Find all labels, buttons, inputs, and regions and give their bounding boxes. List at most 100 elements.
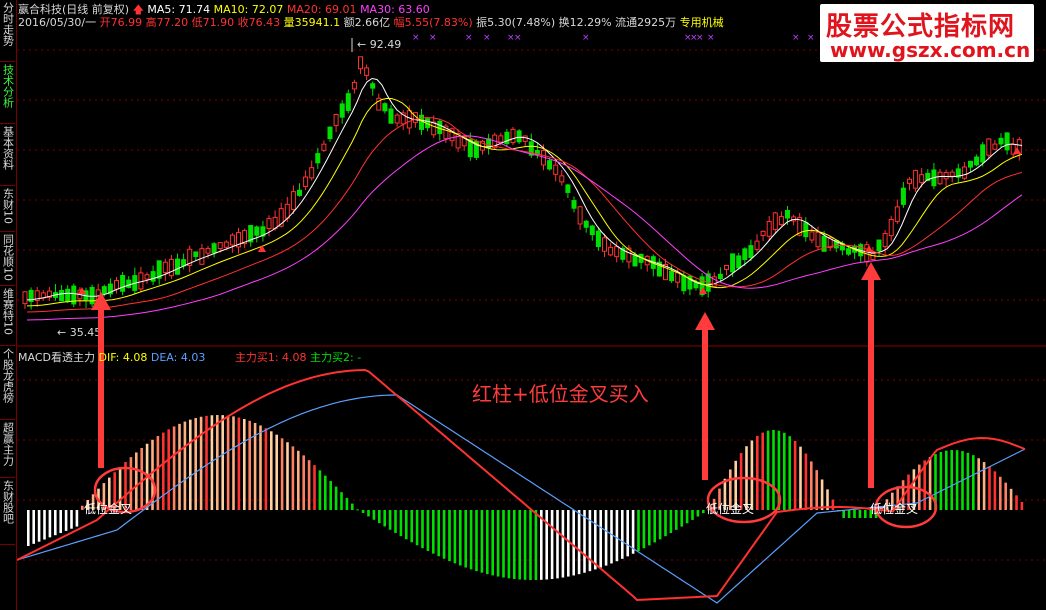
macd-histogram-bar <box>534 510 538 580</box>
macd-histogram-bar <box>232 416 235 510</box>
rail-tab-1[interactable]: 技术分析 <box>0 62 15 124</box>
candlestick <box>632 255 638 267</box>
candlestick <box>309 167 315 179</box>
signal-x-icon: × <box>792 33 800 43</box>
macd-histogram-bar <box>259 425 262 510</box>
macd-histogram-bar <box>626 510 629 557</box>
candlestick <box>778 215 784 226</box>
macd-histogram-bar <box>37 510 41 542</box>
macd-histogram-bar <box>772 430 775 510</box>
macd-histogram-bar <box>480 510 484 573</box>
candlestick <box>742 248 748 261</box>
candlestick <box>370 83 376 89</box>
macd-histogram-bar <box>178 423 181 510</box>
rail-tab-2[interactable]: 基本资料 <box>0 124 15 186</box>
macd-histogram-bar <box>307 460 311 510</box>
candlestick <box>583 220 589 228</box>
candlestick <box>949 171 955 177</box>
macd-histogram-bar <box>226 415 230 510</box>
macd-histogram-bar <box>388 510 392 530</box>
macd-histogram-bar <box>270 431 273 510</box>
macd-histogram-bar <box>648 510 651 546</box>
rail-tab-label: 技术分析 <box>1 64 15 108</box>
candlestick <box>980 144 986 163</box>
macd-histogram-bar <box>318 470 322 510</box>
macd-histogram-bar <box>939 452 943 510</box>
macd-histogram-bar <box>351 503 354 510</box>
macd-histogram-bar <box>847 510 851 518</box>
candlestick <box>717 273 723 280</box>
candlestick <box>120 275 126 292</box>
candlestick <box>22 291 28 305</box>
candlestick <box>608 246 614 256</box>
macd-indicator-name: MACD看透主力 <box>18 351 95 364</box>
macd-histogram-bar <box>799 446 802 510</box>
quote-high: 高77.20 <box>145 16 189 29</box>
macd-histogram-bar <box>815 470 818 510</box>
macd-histogram-bar <box>405 510 408 540</box>
macd-histogram-bar <box>529 510 532 580</box>
candlestick <box>144 274 150 280</box>
macd-histogram-bar <box>421 510 424 549</box>
candlestick <box>602 237 607 252</box>
candlestick <box>821 235 827 252</box>
macd-histogram-bar <box>804 453 808 510</box>
macd-histogram-bar <box>216 415 219 510</box>
annotation-arrow-head <box>695 312 715 330</box>
candlestick <box>730 253 736 273</box>
rail-tab-8[interactable]: 东财股吧 <box>0 478 15 545</box>
macd-histogram-bar <box>572 510 575 576</box>
candlestick <box>321 143 327 151</box>
candlestick <box>870 253 876 261</box>
candlestick <box>327 126 333 140</box>
macd-histogram-bar <box>464 510 467 568</box>
rail-tab-0[interactable]: 分时走势 <box>0 0 15 62</box>
rail-tab-5[interactable]: 维赛特10 <box>0 286 15 346</box>
macd-buy2: 主力买2: - <box>310 351 362 364</box>
macd-histogram-bar <box>329 481 332 510</box>
macd-histogram-bar <box>313 465 316 510</box>
rail-tab-7[interactable]: 超赢主力 <box>0 420 15 478</box>
candlestick <box>345 93 351 111</box>
candlestick <box>1004 132 1010 151</box>
candlestick <box>754 240 760 250</box>
macd-histogram-bar <box>426 510 430 551</box>
candlestick <box>266 218 272 230</box>
macd-histogram-bar <box>340 492 343 510</box>
candlestick <box>589 225 595 236</box>
macd-histogram-bar <box>583 510 586 573</box>
candlestick <box>303 176 309 187</box>
macd-histogram-bar <box>556 510 559 579</box>
macd-histogram-bar <box>221 415 224 510</box>
rail-tab-4[interactable]: 同花顺10 <box>0 232 15 286</box>
candlestick <box>150 271 156 282</box>
candlestick <box>900 187 906 205</box>
macd-histogram-bar <box>1004 482 1007 510</box>
candlestick <box>65 288 71 302</box>
chart-canvas[interactable]: ← 92.49← 35.45××××××××××××××××××× <box>17 0 1046 610</box>
macd-histogram-bar <box>135 452 138 510</box>
macd-histogram-bar <box>324 475 327 510</box>
quote-open: 开76.99 <box>99 16 143 29</box>
candlestick <box>961 166 967 179</box>
macd-histogram-bar <box>864 510 867 518</box>
signal-x-icon: × <box>582 33 590 43</box>
candlestick <box>785 210 790 219</box>
macd-histogram-bar <box>642 510 646 549</box>
signal-x-icon: × <box>412 33 420 43</box>
candlestick <box>894 206 900 222</box>
macd-histogram-bar <box>248 420 251 510</box>
candlestick <box>815 231 821 248</box>
candlestick <box>199 248 205 265</box>
candlestick <box>364 67 370 76</box>
macd-histogram-bar <box>491 510 494 576</box>
candlestick <box>547 160 553 170</box>
rail-tab-6[interactable]: 个股龙虎榜 <box>0 346 15 420</box>
macd-histogram-bar <box>756 435 759 510</box>
macd-buy1: 主力买1: 4.08 <box>234 351 307 364</box>
macd-histogram-bar <box>675 510 678 530</box>
macd-histogram-bar <box>286 442 289 510</box>
quote-industry: 专用机械 <box>679 16 724 29</box>
rail-tab-3[interactable]: 东财10 <box>0 186 15 232</box>
candlestick <box>297 189 302 196</box>
